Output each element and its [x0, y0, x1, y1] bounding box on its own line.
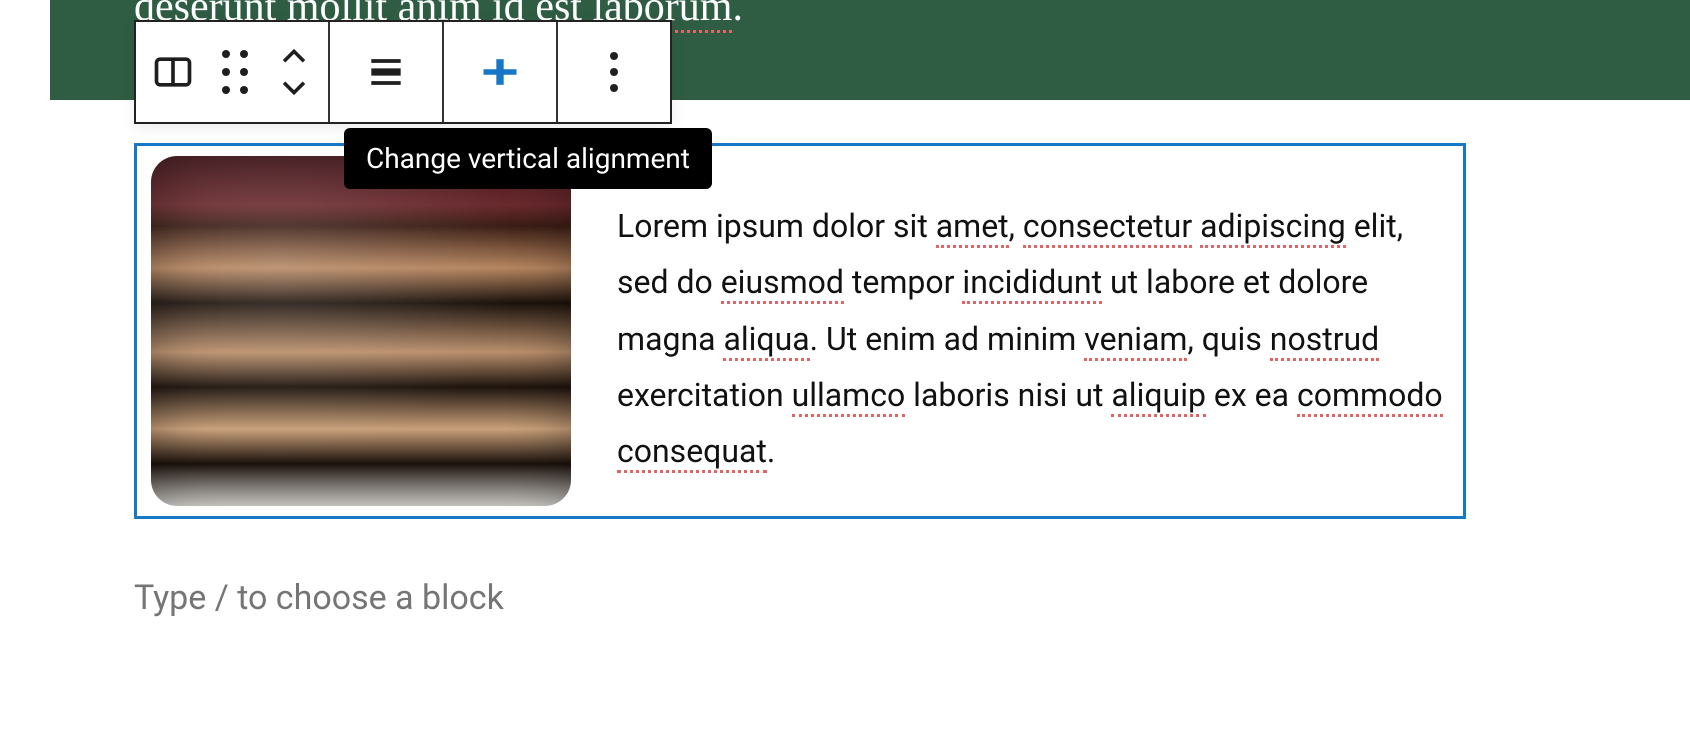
- chevron-up-icon: [277, 40, 311, 74]
- align-center-vertical-icon: [478, 50, 522, 94]
- media-text-block[interactable]: Lorem ipsum dolor sit amet, consectetur …: [134, 143, 1466, 519]
- media-position-button[interactable]: [450, 22, 550, 122]
- move-down-button[interactable]: [266, 72, 322, 102]
- move-up-button[interactable]: [266, 42, 322, 72]
- block-type-button[interactable]: [142, 22, 204, 122]
- media-text-paragraph[interactable]: Lorem ipsum dolor sit amet, consectetur …: [617, 156, 1449, 506]
- drag-icon: [222, 50, 248, 94]
- chevron-down-icon: [277, 70, 311, 104]
- toolbar-group-more: [558, 22, 670, 122]
- media-image[interactable]: [151, 156, 571, 506]
- drag-handle[interactable]: [204, 22, 266, 122]
- toolbar-group-align: [330, 22, 444, 122]
- vertical-align-button[interactable]: [336, 22, 436, 122]
- toolbar-group-media: [444, 22, 558, 122]
- default-block-appender[interactable]: Type / to choose a block: [134, 578, 504, 618]
- tooltip: Change vertical alignment: [344, 128, 712, 189]
- columns-icon: [151, 50, 195, 94]
- more-vertical-icon: [610, 52, 618, 92]
- align-lines-icon: [364, 50, 408, 94]
- block-movers: [266, 22, 322, 122]
- block-toolbar: [134, 20, 672, 124]
- more-options-button[interactable]: [564, 22, 664, 122]
- toolbar-group-type: [136, 22, 330, 122]
